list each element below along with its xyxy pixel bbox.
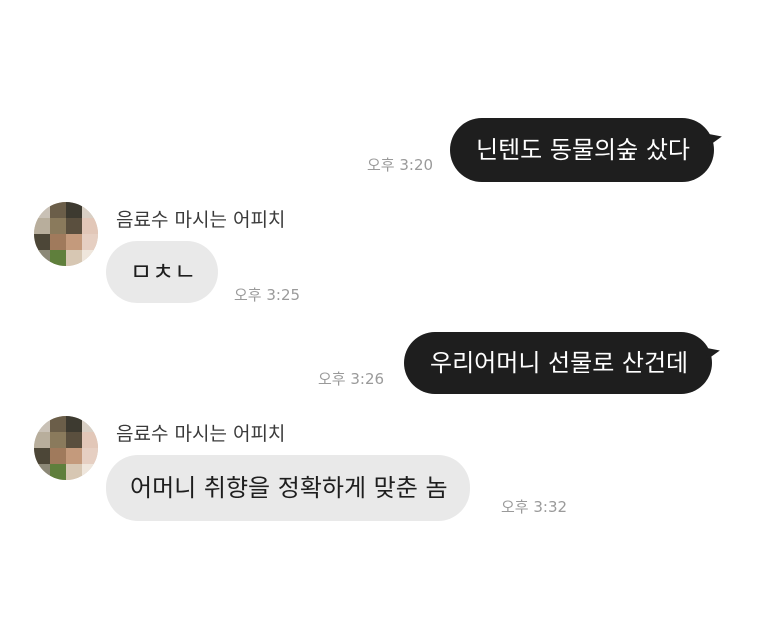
avatar-icon[interactable] bbox=[34, 416, 98, 480]
outgoing-message-bubble[interactable]: 닌텐도 동물의숲 샀다 bbox=[450, 118, 724, 182]
incoming-message-bubble[interactable]: ㅁㅊㄴ bbox=[106, 241, 219, 303]
message-text: 어머니 취향을 정확하게 맞춘 놈 bbox=[130, 474, 448, 502]
sender-name: 음료수 마시는 어피치 bbox=[116, 423, 286, 445]
incoming-message-bubble[interactable]: 어머니 취향을 정확하게 맞춘 놈 bbox=[106, 455, 470, 521]
timestamp: 오후 3:32 bbox=[501, 498, 568, 516]
timestamp: 오후 3:20 bbox=[367, 156, 434, 174]
outgoing-message-bubble[interactable]: 우리어머니 선물로 산건데 bbox=[404, 332, 722, 394]
sender-name: 음료수 마시는 어피치 bbox=[116, 209, 286, 231]
chat-area: 오후 3:20 닌텐도 동물의숲 샀다 음료수 마시는 어피치 ㅁㅊㄴ 오후 3… bbox=[0, 0, 768, 641]
message-text: ㅁㅊㄴ bbox=[130, 258, 197, 286]
bubble-tail bbox=[706, 130, 724, 146]
bubble-tail bbox=[705, 344, 722, 360]
message-text: 닌텐도 동물의숲 샀다 bbox=[476, 136, 690, 164]
avatar-icon[interactable] bbox=[34, 202, 98, 266]
message-text: 우리어머니 선물로 산건데 bbox=[430, 349, 689, 377]
timestamp: 오후 3:26 bbox=[318, 370, 385, 388]
timestamp: 오후 3:25 bbox=[234, 286, 301, 304]
